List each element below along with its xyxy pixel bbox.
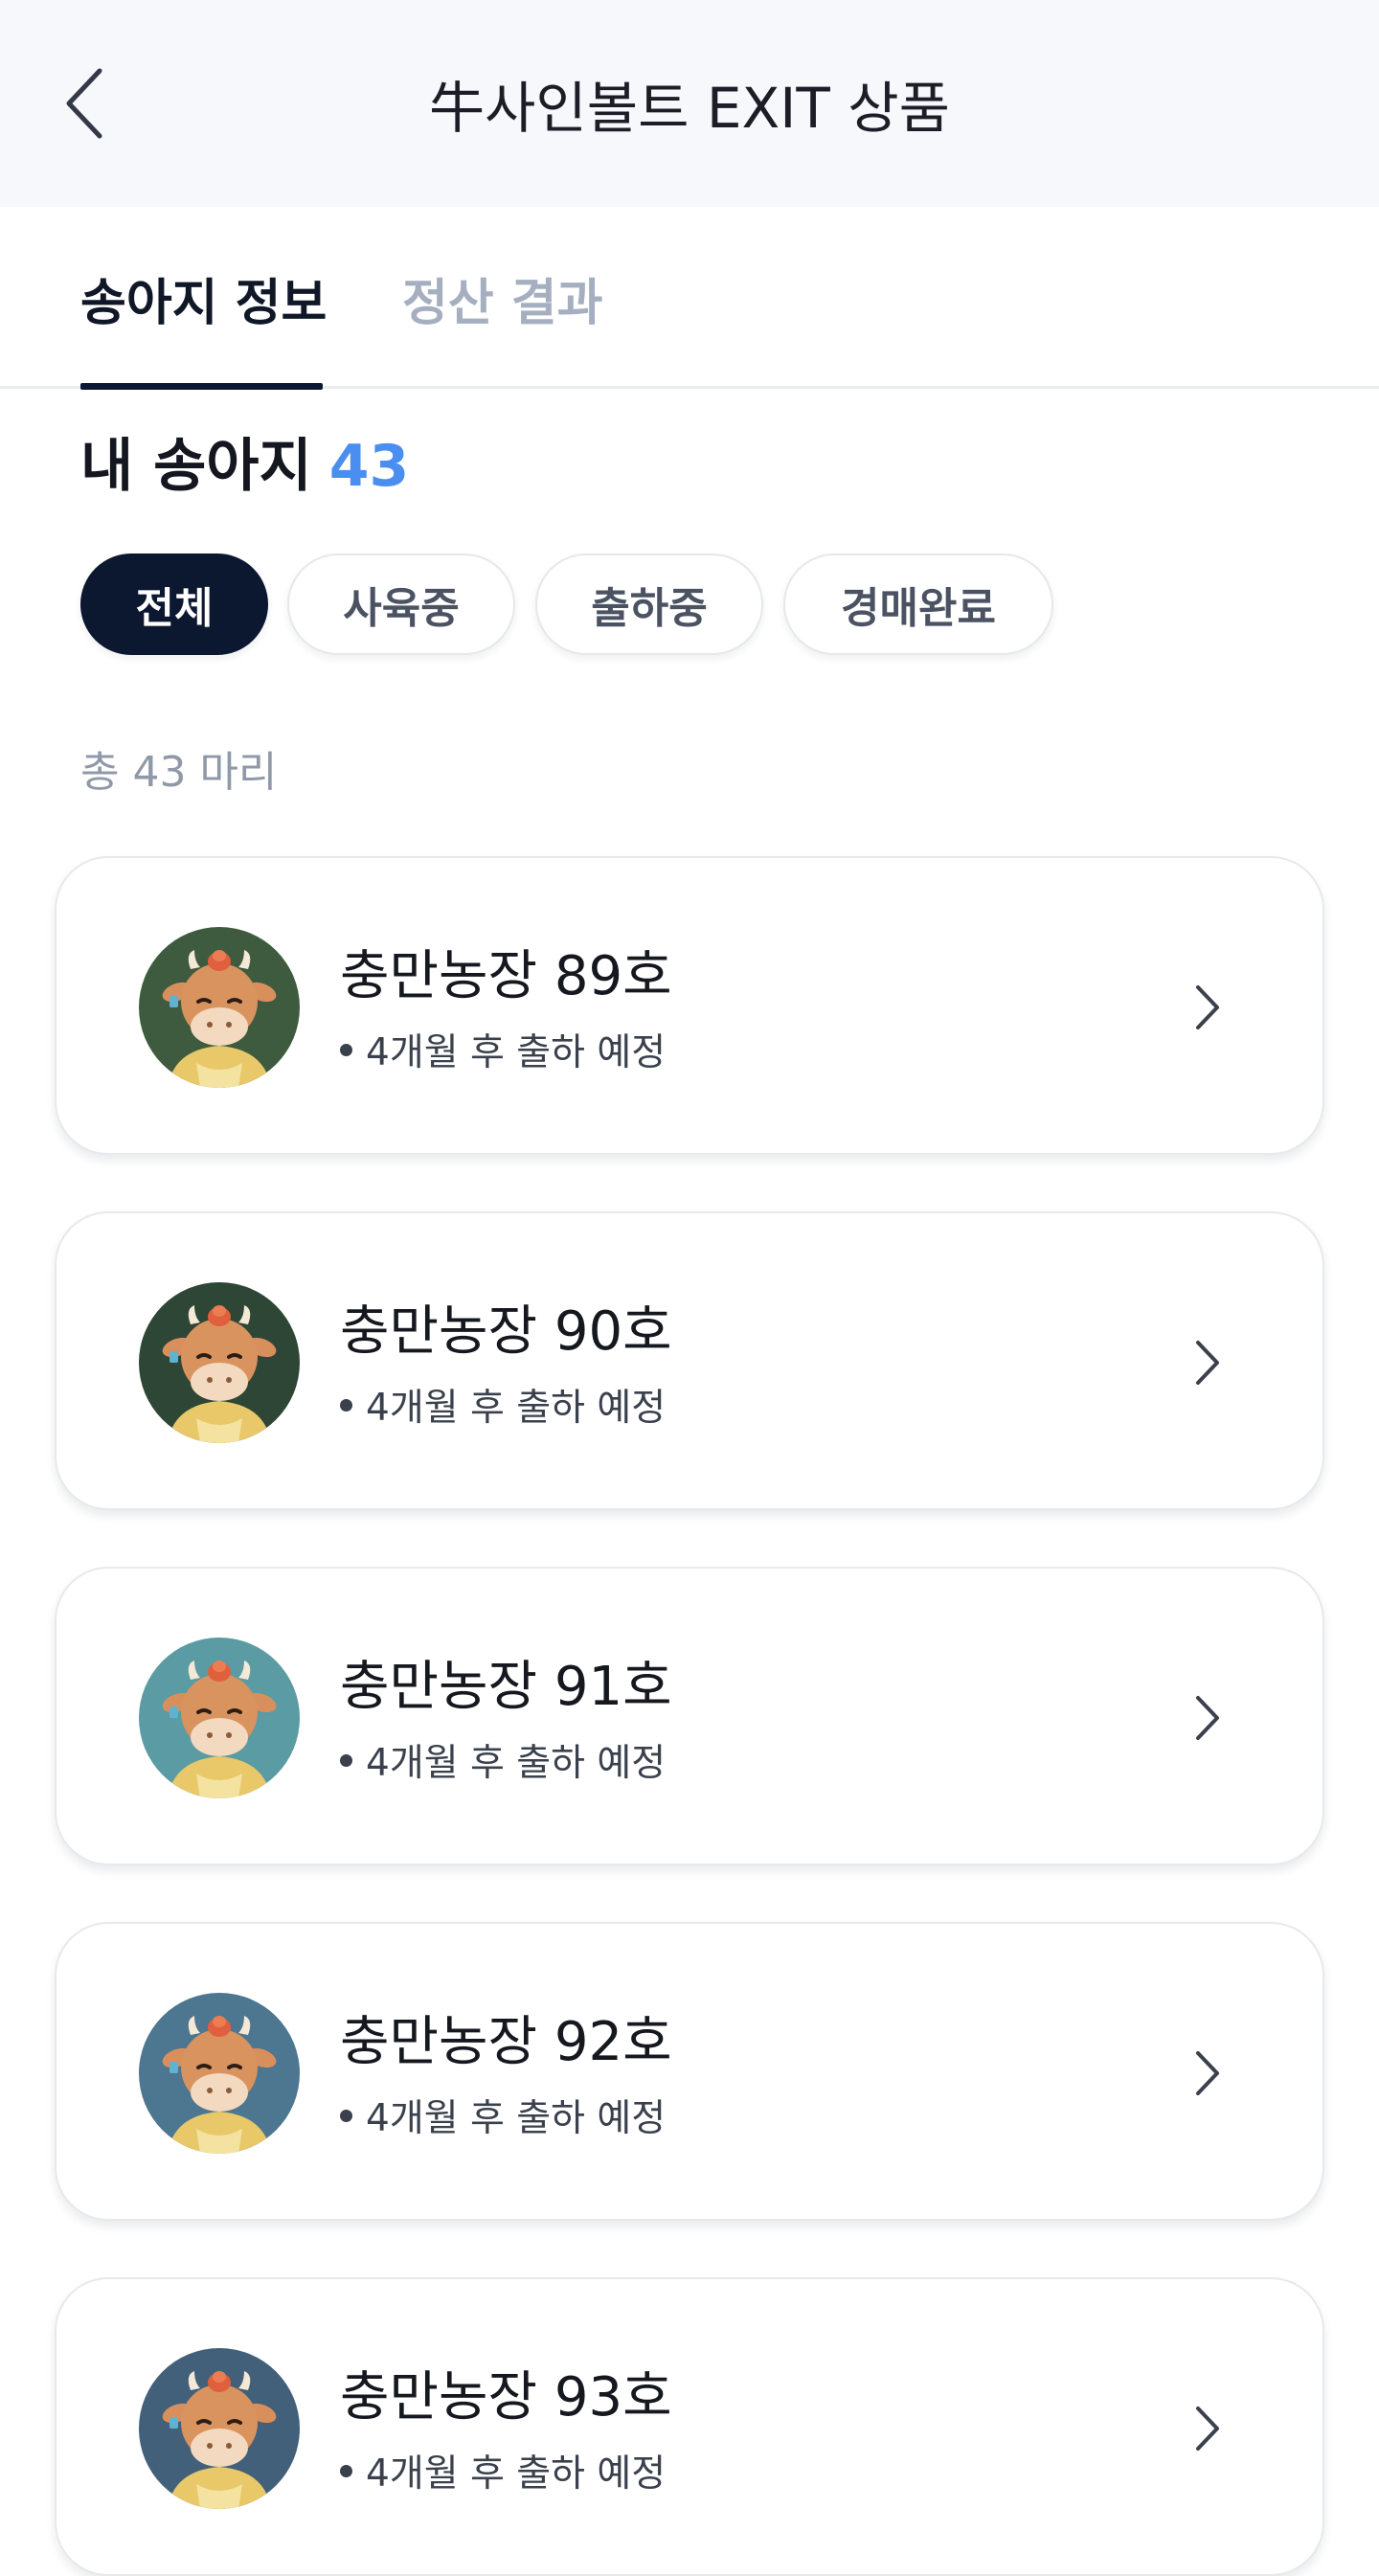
chevron-right-icon	[1188, 2392, 1227, 2465]
calf-card[interactable]: 충만농장 89호 4개월 후 출하 예정	[55, 856, 1324, 1155]
page-title: 牛사인볼트 EXIT 상품	[429, 76, 950, 141]
bullet-dot	[340, 1753, 352, 1767]
calf-status-text: 4개월 후 출하 예정	[366, 2097, 667, 2140]
tab-bar: 송아지 정보 정산 결과	[0, 207, 1379, 390]
calf-name: 충만농장 92호	[340, 2011, 672, 2073]
cow-avatar-icon	[139, 1282, 300, 1443]
active-tab-indicator	[80, 383, 323, 390]
calf-status-text: 4개월 후 출하 예정	[366, 1387, 667, 1430]
chevron-left-icon	[66, 68, 102, 139]
chevron-right-icon	[1188, 971, 1227, 1044]
filter-chip-all[interactable]: 전체	[80, 554, 268, 655]
calf-card[interactable]: 충만농장 93호 4개월 후 출하 예정	[55, 2277, 1324, 2576]
calf-status: 4개월 후 출하 예정	[340, 1733, 666, 1787]
calf-status-text: 4개월 후 출하 예정	[366, 2452, 667, 2496]
calf-card[interactable]: 충만농장 91호 4개월 후 출하 예정	[55, 1567, 1324, 1865]
calf-status: 4개월 후 출하 예정	[340, 1378, 666, 1432]
bullet-dot	[340, 1398, 352, 1412]
calf-status-text: 4개월 후 출하 예정	[366, 1031, 667, 1074]
calf-status: 4개월 후 출하 예정	[340, 2444, 666, 2497]
calf-card[interactable]: 충만농장 90호 4개월 후 출하 예정	[55, 1211, 1324, 1510]
bullet-dot	[340, 1043, 352, 1056]
back-button[interactable]	[54, 57, 115, 149]
tab-settlement-result[interactable]: 정산 결과	[402, 207, 602, 389]
section-title: 내 송아지 43	[80, 419, 409, 503]
cow-avatar-icon	[139, 2348, 300, 2509]
calf-name: 충만농장 89호	[340, 945, 672, 1007]
app-header: 牛사인볼트 EXIT 상품	[0, 0, 1379, 207]
cow-avatar-icon	[139, 1638, 300, 1798]
filter-chip-shipping[interactable]: 출하중	[535, 554, 763, 655]
cow-avatar-icon	[139, 927, 300, 1088]
calf-card[interactable]: 충만농장 92호 4개월 후 출하 예정	[55, 1922, 1324, 2221]
bullet-dot	[340, 2109, 352, 2122]
calf-name: 충만농장 90호	[340, 1300, 672, 1363]
filter-chip-auction-done[interactable]: 경매완료	[783, 554, 1053, 655]
bullet-dot	[340, 2464, 352, 2477]
calf-status-text: 4개월 후 출하 예정	[366, 1742, 667, 1785]
chevron-right-icon	[1188, 1326, 1227, 1399]
calf-name: 충만농장 93호	[340, 2366, 672, 2429]
tab-calf-info[interactable]: 송아지 정보	[80, 207, 327, 389]
total-count-text: 총 43 마리	[80, 748, 278, 797]
cow-avatar-icon	[139, 1993, 300, 2154]
section-title-label: 내 송아지	[80, 433, 312, 500]
calf-name: 충만농장 91호	[340, 1656, 672, 1718]
calf-status: 4개월 후 출하 예정	[340, 2089, 666, 2142]
chevron-right-icon	[1188, 1682, 1227, 1754]
chevron-right-icon	[1188, 2037, 1227, 2110]
calf-count: 43	[328, 433, 410, 500]
calf-status: 4개월 후 출하 예정	[340, 1023, 666, 1076]
filter-chip-raising[interactable]: 사육중	[287, 554, 515, 655]
